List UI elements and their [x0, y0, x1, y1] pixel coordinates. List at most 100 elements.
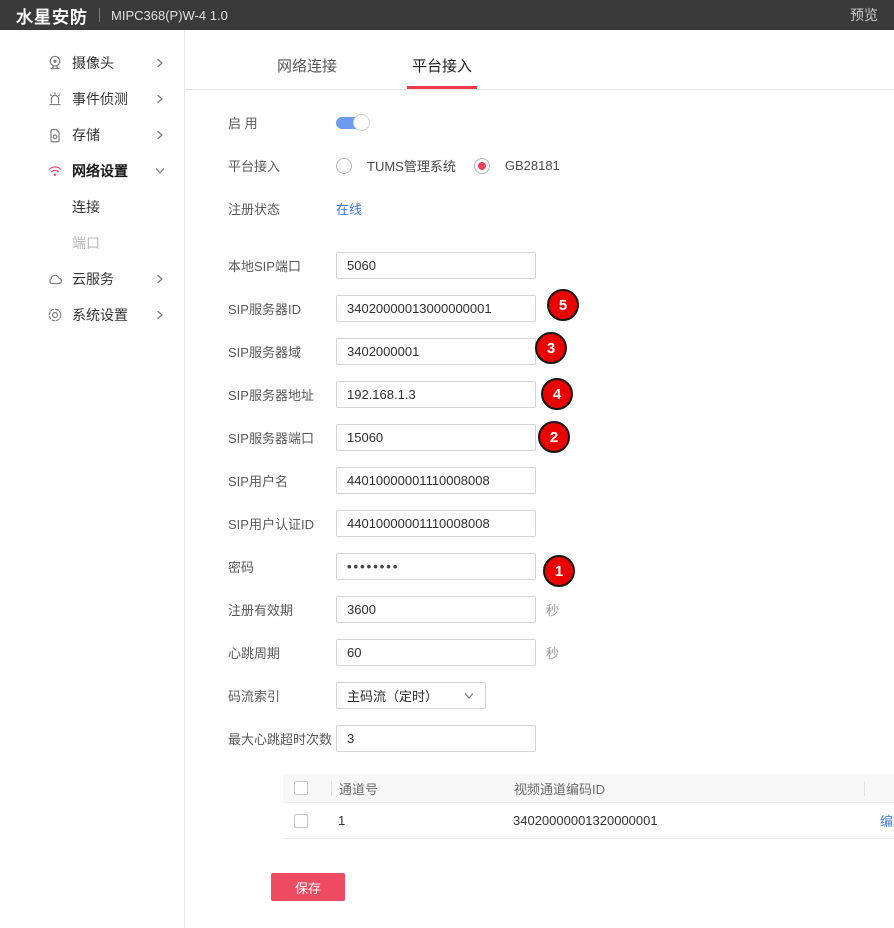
register-status-value[interactable]: 在线	[336, 199, 362, 218]
sip-server-address-input[interactable]	[336, 381, 536, 408]
main-content: 网络连接 平台接入 启 用 平台接入 TUMS管理系统 GB28181	[185, 30, 894, 928]
chevron-right-icon	[154, 273, 166, 285]
topbar: 水星安防 MIPC368(P)W-4 1.0 预览	[0, 0, 894, 30]
radio-gb28181[interactable]	[474, 158, 490, 174]
alarm-icon	[46, 90, 64, 108]
stream-index-label: 码流索引	[228, 686, 336, 705]
sidebar-subitem-connection[interactable]: 连接	[0, 189, 184, 225]
register-validity-row: 注册有效期 秒	[228, 596, 894, 623]
table-row: 1 34020000001320000001 编辑	[283, 803, 894, 839]
local-sip-port-input[interactable]	[336, 252, 536, 279]
stream-index-value: 主码流（定时）	[347, 686, 438, 705]
sidebar-item-system-settings[interactable]: 系统设置	[0, 297, 184, 333]
sip-server-domain-input[interactable]	[336, 338, 536, 365]
sidebar-item-storage[interactable]: 存储	[0, 117, 184, 153]
gear-icon	[46, 306, 64, 324]
heartbeat-period-label: 心跳周期	[228, 643, 336, 662]
tab-platform-access[interactable]: 平台接入	[412, 55, 472, 89]
channel-table: 通道号 视频通道编码ID 1 34020000001320000001 编辑	[283, 774, 894, 839]
local-sip-port-row: 本地SIP端口	[228, 252, 894, 279]
save-button[interactable]: 保存	[271, 873, 345, 901]
column-divider	[864, 781, 865, 796]
sip-server-address-row: SIP服务器地址 4	[228, 381, 894, 408]
max-heartbeat-timeout-label: 最大心跳超时次数	[228, 729, 336, 748]
sip-server-domain-row: SIP服务器域 3	[228, 338, 894, 365]
seconds-unit: 秒	[546, 600, 559, 619]
edit-link[interactable]: 编辑	[880, 814, 894, 829]
heartbeat-period-input[interactable]	[336, 639, 536, 666]
brand-logo: 水星安防	[16, 3, 88, 28]
sip-server-port-input[interactable]	[336, 424, 536, 451]
chevron-down-icon	[154, 165, 166, 177]
edit-cell: 编辑	[865, 811, 894, 830]
chevron-right-icon	[154, 57, 166, 69]
sidebar-item-event-detection[interactable]: 事件侦测	[0, 81, 184, 117]
radio-tums[interactable]	[336, 158, 352, 174]
chevron-right-icon	[154, 93, 166, 105]
storage-icon	[46, 126, 64, 144]
password-label: 密码	[228, 557, 336, 576]
callout-badge-2: 2	[538, 421, 570, 453]
sip-username-label: SIP用户名	[228, 471, 336, 490]
callout-badge-3: 3	[535, 332, 567, 364]
sidebar-item-cloud-service[interactable]: 云服务	[0, 261, 184, 297]
cloud-icon	[46, 270, 64, 288]
platform-type-label: 平台接入	[228, 156, 336, 175]
radio-tums-label: TUMS管理系统	[367, 156, 456, 175]
sip-username-input[interactable]	[336, 467, 536, 494]
max-heartbeat-timeout-row: 最大心跳超时次数	[228, 725, 894, 752]
chevron-down-icon	[463, 690, 475, 702]
stream-index-select[interactable]: 主码流（定时）	[336, 682, 486, 709]
sip-server-id-label: SIP服务器ID	[228, 299, 336, 318]
seconds-unit: 秒	[546, 643, 559, 662]
toggle-knob	[353, 114, 370, 131]
channel-number-cell: 1	[331, 813, 506, 828]
max-heartbeat-timeout-input[interactable]	[336, 725, 536, 752]
register-validity-label: 注册有效期	[228, 600, 336, 619]
stream-index-row: 码流索引 主码流（定时）	[228, 682, 894, 709]
register-validity-input[interactable]	[336, 596, 536, 623]
register-status-label: 注册状态	[228, 199, 336, 218]
row-checkbox[interactable]	[294, 814, 308, 828]
sidebar-item-label: 存储	[72, 125, 100, 145]
callout-badge-5: 5	[547, 289, 579, 321]
webcam-icon	[46, 54, 64, 72]
topbar-divider	[99, 8, 100, 22]
sidebar-item-label: 摄像头	[72, 53, 114, 73]
sip-server-id-row: SIP服务器ID 5	[228, 295, 894, 322]
select-all-checkbox[interactable]	[294, 781, 308, 795]
table-header-row: 通道号 视频通道编码ID	[283, 774, 894, 803]
channel-column-header: 通道号	[332, 779, 507, 798]
sidebar: 摄像头 事件侦测 存储	[0, 30, 185, 928]
tab-bar: 网络连接 平台接入	[185, 30, 894, 90]
sidebar-item-label: 系统设置	[72, 305, 128, 325]
header-checkbox-cell	[283, 781, 331, 795]
sip-server-port-row: SIP服务器端口 2	[228, 424, 894, 451]
register-status-row: 注册状态 在线	[228, 195, 894, 222]
sidebar-item-label: 事件侦测	[72, 89, 128, 109]
sip-auth-id-input[interactable]	[336, 510, 536, 537]
tab-network-connection[interactable]: 网络连接	[277, 55, 337, 89]
callout-badge-1: 1	[543, 555, 575, 587]
sip-auth-id-label: SIP用户认证ID	[228, 514, 336, 533]
enable-toggle[interactable]	[336, 117, 366, 129]
sip-server-id-input[interactable]	[336, 295, 536, 322]
password-input[interactable]	[336, 553, 536, 580]
sidebar-subitem-port[interactable]: 端口	[0, 225, 184, 261]
chevron-right-icon	[154, 309, 166, 321]
platform-type-row: 平台接入 TUMS管理系统 GB28181	[228, 152, 894, 179]
sidebar-item-label: 云服务	[72, 269, 114, 289]
sidebar-item-network-settings[interactable]: 网络设置	[0, 153, 184, 189]
preview-link[interactable]: 预览	[850, 5, 878, 25]
password-row: 密码 1	[228, 553, 894, 580]
callout-badge-4: 4	[541, 378, 573, 410]
device-model: MIPC368(P)W-4 1.0	[111, 8, 228, 23]
enable-label: 启 用	[228, 113, 336, 132]
enable-row: 启 用	[228, 109, 894, 136]
local-sip-port-label: 本地SIP端口	[228, 256, 336, 275]
sip-auth-id-row: SIP用户认证ID	[228, 510, 894, 537]
video-id-column-header: 视频通道编码ID	[507, 779, 864, 798]
sip-username-row: SIP用户名	[228, 467, 894, 494]
sidebar-item-camera[interactable]: 摄像头	[0, 45, 184, 81]
row-checkbox-cell	[283, 814, 331, 828]
